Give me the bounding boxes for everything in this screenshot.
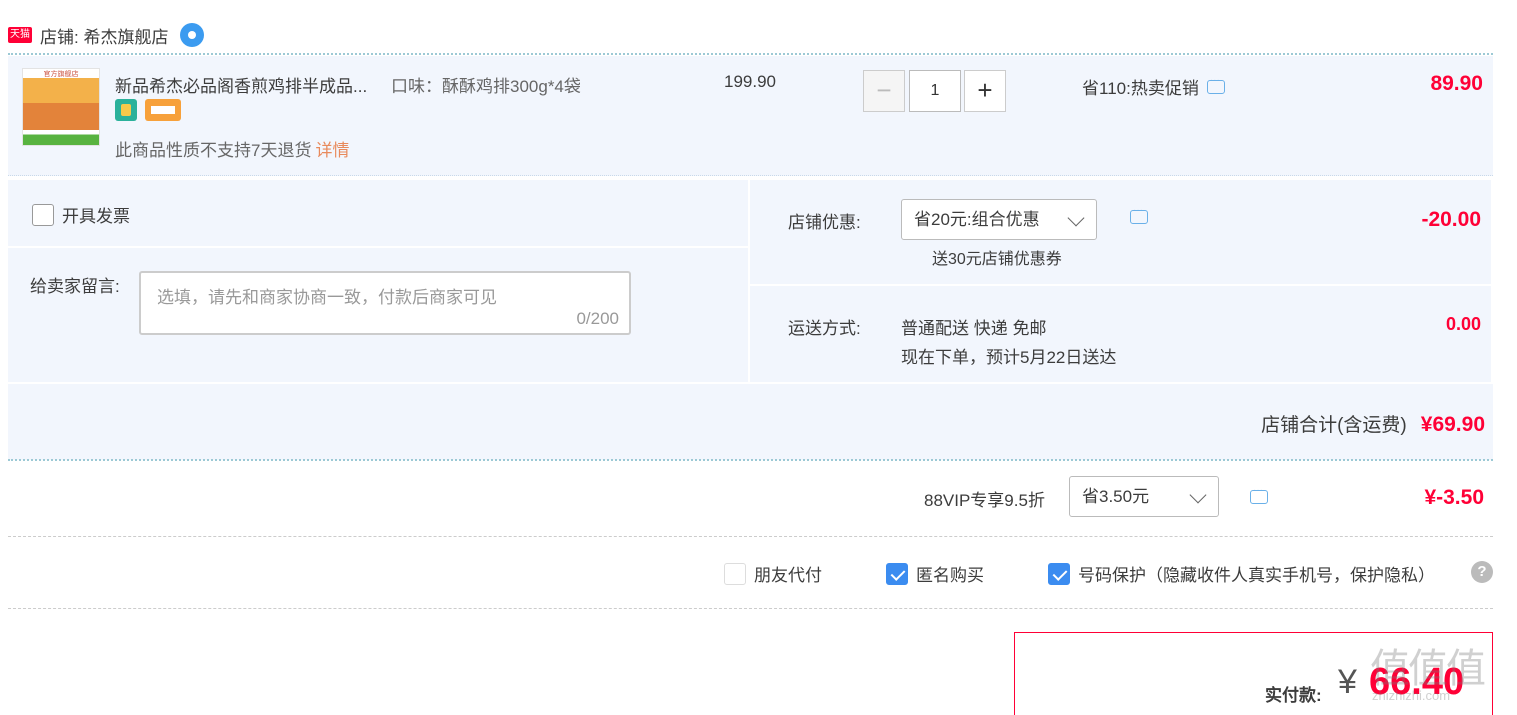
friend-pay-label: 朋友代付 bbox=[754, 566, 822, 585]
invoice-section: 开具发票 bbox=[8, 180, 748, 246]
invoice-checkbox[interactable] bbox=[32, 203, 54, 226]
shop-header: 天猫 店铺: 希杰旗舰店 bbox=[8, 18, 205, 52]
divider bbox=[8, 53, 1493, 55]
phone-protect-label: 号码保护（隐藏收件人真实手机号，保护隐私） bbox=[1078, 566, 1435, 585]
anonymous-label: 匿名购买 bbox=[916, 566, 984, 585]
service-icons bbox=[115, 99, 181, 121]
tmall-logo-icon: 天猫 bbox=[8, 27, 32, 43]
quantity-input[interactable]: 1 bbox=[909, 70, 961, 112]
vip-discount-select[interactable]: 省3.50元 bbox=[1069, 476, 1219, 517]
coupon-text: 送30元店铺优惠券 bbox=[932, 251, 1062, 268]
thumbnail-label: 官方旗舰店 bbox=[43, 71, 79, 78]
subtotal-amount: ¥69.90 bbox=[1420, 413, 1485, 436]
friend-pay-checkbox[interactable] bbox=[724, 562, 746, 585]
message-label: 给卖家留言: bbox=[30, 277, 120, 296]
shop-discount-label: 店铺优惠: bbox=[788, 213, 861, 232]
payment-label: 实付款: bbox=[1265, 686, 1322, 705]
guarantee-icon[interactable] bbox=[115, 99, 137, 121]
shop-discount-section: 店铺优惠: 省20元:组合优惠 -20.00 送30元店铺优惠券 bbox=[750, 180, 1491, 284]
watermark-logo: 值值值 bbox=[1370, 647, 1486, 691]
unit-price: 199.90 bbox=[724, 72, 776, 91]
phone-protect-option[interactable]: 号码保护（隐藏收件人真实手机号，保护隐私） bbox=[1048, 561, 1435, 586]
order-options: 开具发票 给卖家留言: 选填，请先和商家协商一致，付款后商家可见 0/200 店… bbox=[8, 180, 1493, 382]
payment-currency: ¥ bbox=[1338, 663, 1357, 701]
cart-item-row: 官方旗舰店 新品希杰必品阁香煎鸡排半成品... 口味：酥酥鸡排300g*4袋 此… bbox=[8, 56, 1493, 176]
shop-discount-selected: 省20元:组合优惠 bbox=[914, 210, 1040, 229]
vip-chat-icon[interactable] bbox=[1250, 485, 1268, 504]
credit-card-icon[interactable] bbox=[145, 99, 181, 121]
message-char-count: 0/200 bbox=[576, 309, 619, 328]
invoice-label: 开具发票 bbox=[62, 207, 130, 226]
shipping-section: 运送方式: 普通配送 快递 免邮 现在下单，预计5月22日送达 0.00 bbox=[750, 286, 1491, 382]
help-icon[interactable]: ? bbox=[1471, 561, 1493, 583]
vip-discount-label: 88VIP专享9.5折 bbox=[924, 491, 1045, 510]
subtotal-label: 店铺合计(含运费) bbox=[1261, 415, 1407, 436]
friend-pay-option[interactable]: 朋友代付 bbox=[724, 561, 822, 586]
vip-discount-amount: ¥-3.50 bbox=[1424, 486, 1484, 509]
item-total-price: 89.90 bbox=[1430, 72, 1483, 95]
message-placeholder: 选填，请先和商家协商一致，付款后商家可见 bbox=[157, 288, 497, 307]
phone-protect-checkbox[interactable] bbox=[1048, 562, 1070, 585]
discount-chat-icon[interactable] bbox=[1130, 205, 1148, 224]
product-sku: 口味：酥酥鸡排300g*4袋 bbox=[391, 77, 581, 96]
detail-link[interactable]: 详情 bbox=[315, 141, 349, 160]
promotion-text: 省110:热卖促销 bbox=[1082, 79, 1199, 98]
product-title[interactable]: 新品希杰必品阁香煎鸡排半成品... bbox=[115, 72, 367, 97]
shipping-amount: 0.00 bbox=[1445, 314, 1481, 334]
seller-message-input[interactable]: 选填，请先和商家协商一致，付款后商家可见 0/200 bbox=[139, 271, 631, 335]
no-return-text: 此商品性质不支持7天退货 bbox=[115, 141, 312, 160]
shipping-label: 运送方式: bbox=[788, 319, 861, 338]
watermark-url: zhizhizhi.com bbox=[1372, 688, 1451, 703]
chevron-down-icon bbox=[1189, 486, 1207, 504]
promotion-info: 省110:热卖促销 bbox=[1082, 74, 1225, 99]
divider bbox=[8, 459, 1493, 461]
chevron-down-icon bbox=[1067, 209, 1085, 227]
shop-name[interactable]: 店铺: 希杰旗舰店 bbox=[40, 23, 168, 48]
subtotal-line: 店铺合计(含运费) ¥69.90 bbox=[1261, 410, 1485, 437]
anonymous-checkbox[interactable] bbox=[886, 562, 908, 585]
message-section: 给卖家留言: 选填，请先和商家协商一致，付款后商家可见 0/200 bbox=[8, 248, 748, 382]
shop-discount-select[interactable]: 省20元:组合优惠 bbox=[901, 199, 1097, 240]
divider bbox=[8, 536, 1493, 537]
promotion-chat-icon[interactable] bbox=[1206, 75, 1225, 94]
anonymous-option[interactable]: 匿名购买 bbox=[886, 561, 984, 586]
no-return-notice: 此商品性质不支持7天退货 详情 bbox=[115, 136, 349, 161]
shipping-eta: 现在下单，预计5月22日送达 bbox=[901, 348, 1117, 367]
quantity-decrease-button[interactable]: − bbox=[863, 70, 905, 112]
shop-subtotal: 店铺合计(含运费) ¥69.90 bbox=[8, 384, 1493, 460]
vip-discount-selected: 省3.50元 bbox=[1082, 487, 1150, 506]
shipping-method: 普通配送 快递 免邮 bbox=[901, 319, 1047, 338]
shop-discount-amount: -20.00 bbox=[1421, 208, 1481, 231]
wangwang-chat-icon[interactable] bbox=[180, 23, 205, 47]
divider bbox=[8, 608, 1493, 609]
invoice-checkbox-label[interactable]: 开具发票 bbox=[32, 202, 130, 227]
quantity-increase-button[interactable]: + bbox=[964, 70, 1006, 112]
product-thumbnail[interactable]: 官方旗舰店 bbox=[22, 68, 100, 146]
